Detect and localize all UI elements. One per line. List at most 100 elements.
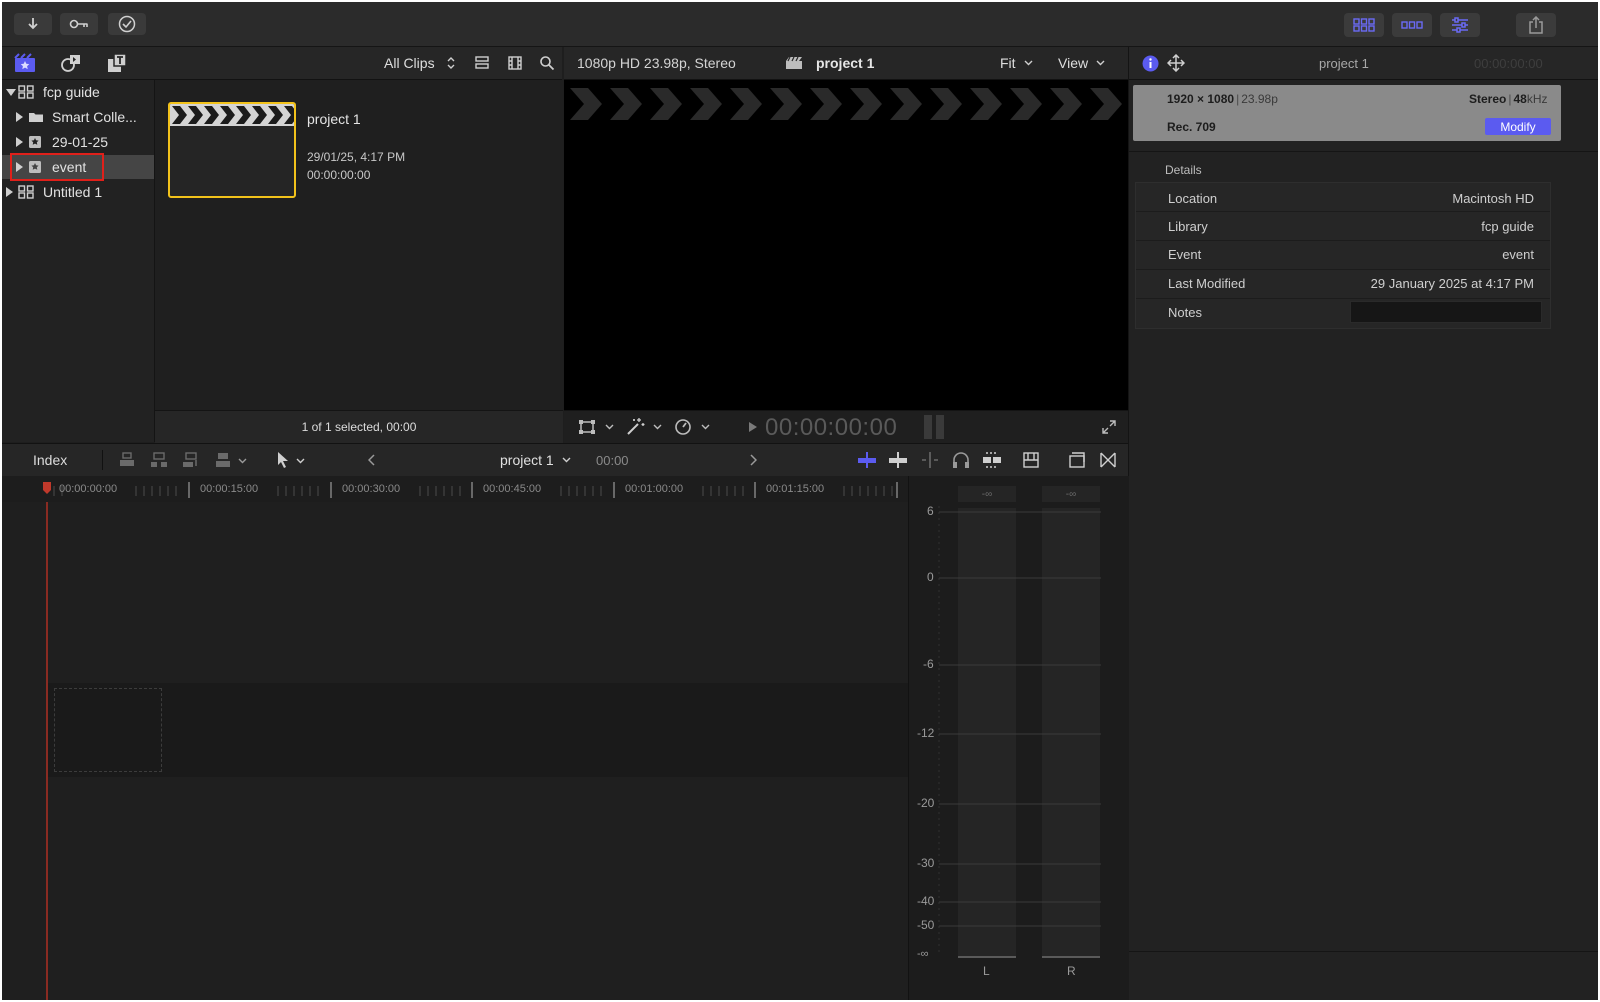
clip-duration: 00:00:00:00 bbox=[307, 168, 371, 182]
playhead-line bbox=[46, 502, 48, 1000]
project-thumbnail[interactable] bbox=[168, 102, 296, 198]
titles-generators-icon[interactable] bbox=[106, 53, 128, 73]
share-button[interactable] bbox=[1516, 13, 1556, 37]
notes-field[interactable] bbox=[1350, 301, 1542, 323]
sidebar-item-untitled-library[interactable]: Untitled 1 bbox=[2, 180, 154, 204]
details-row-library: Library fcp guide bbox=[1136, 212, 1550, 241]
chevron-down-icon[interactable] bbox=[296, 458, 305, 464]
modify-button[interactable]: Modify bbox=[1485, 118, 1551, 135]
info-icon[interactable] bbox=[1142, 55, 1159, 72]
background-tasks-button[interactable] bbox=[108, 13, 146, 35]
meter-scale-label: -40 bbox=[917, 894, 935, 908]
clip-name[interactable]: project 1 bbox=[307, 111, 361, 127]
clapper-stripe-icon bbox=[570, 88, 1122, 120]
viewer-canvas[interactable] bbox=[564, 80, 1128, 410]
skimming-icon[interactable] bbox=[857, 451, 877, 469]
clip-appearance-icon[interactable] bbox=[1022, 451, 1040, 469]
audio-skimming-icon[interactable] bbox=[888, 451, 908, 469]
meter-scale-label: -∞ bbox=[917, 948, 929, 960]
primary-storyline[interactable] bbox=[48, 683, 908, 777]
connect-clip-icon[interactable] bbox=[118, 451, 136, 469]
toggle-timeline-button[interactable] bbox=[1392, 13, 1432, 37]
clip-filter-dropdown[interactable]: All Clips bbox=[384, 55, 435, 71]
app-window: All Clips 1080p HD 23.98p, Stereo projec… bbox=[2, 2, 1598, 1000]
resolution: 1920 × 1080 bbox=[1167, 92, 1235, 106]
transform-icon[interactable] bbox=[578, 419, 596, 435]
viewer-timecode[interactable]: 00:00:00:00 bbox=[765, 414, 897, 442]
sidebar-item-event-29-01-25[interactable]: 29-01-25 bbox=[2, 130, 154, 154]
meter-channel-right: R bbox=[1067, 964, 1076, 978]
playhead-handle-icon[interactable] bbox=[42, 481, 52, 495]
insert-clip-icon[interactable] bbox=[150, 451, 168, 469]
append-clip-icon[interactable] bbox=[182, 451, 200, 469]
chevron-right-icon[interactable] bbox=[749, 454, 757, 466]
headphones-icon[interactable] bbox=[952, 451, 970, 469]
timeline-index-button[interactable]: Index bbox=[33, 452, 67, 468]
photos-audio-icon[interactable] bbox=[60, 53, 82, 73]
share-project-icon[interactable] bbox=[1167, 54, 1185, 72]
timeline-toolbar: Index project 1 00:00 bbox=[2, 443, 1128, 477]
sidebar-item-smart-collections[interactable]: Smart Colle... bbox=[2, 105, 154, 129]
disclosure-triangle-icon[interactable] bbox=[16, 137, 23, 147]
retime-icon[interactable] bbox=[674, 418, 692, 436]
solo-icon[interactable] bbox=[982, 451, 1002, 469]
audio-level-left-bar bbox=[924, 415, 932, 439]
snapping-icon[interactable] bbox=[920, 451, 940, 469]
viewer-view-dropdown[interactable]: View bbox=[1058, 55, 1105, 71]
check-circle-icon bbox=[118, 15, 136, 33]
disclosure-triangle-icon[interactable] bbox=[6, 89, 16, 96]
timeline-area[interactable] bbox=[2, 502, 908, 1000]
clip-appearance-icon[interactable] bbox=[474, 55, 490, 71]
chevron-down-icon[interactable] bbox=[701, 424, 710, 430]
sidebar-item-label: fcp guide bbox=[43, 84, 100, 100]
chevron-down-icon bbox=[562, 457, 571, 463]
disclosure-triangle-icon[interactable] bbox=[16, 112, 23, 122]
browser-toolbar: All Clips bbox=[2, 47, 562, 80]
browser-status-bar: 1 of 1 selected, 00:00 bbox=[155, 410, 563, 443]
chevron-down-icon[interactable] bbox=[238, 458, 247, 464]
toggle-inspector-button[interactable] bbox=[1440, 13, 1480, 37]
chevron-down-icon bbox=[1096, 60, 1105, 66]
ruler-tick-label: 00:01:00:00 bbox=[625, 483, 684, 495]
chevron-down-icon[interactable] bbox=[605, 424, 614, 430]
disclosure-triangle-icon[interactable] bbox=[6, 187, 13, 197]
timeline-project-dropdown[interactable]: project 1 bbox=[500, 452, 571, 468]
chevron-down-icon bbox=[1024, 60, 1033, 66]
audio-channels: Stereo bbox=[1469, 92, 1507, 106]
sidebar-item-library[interactable]: fcp guide bbox=[2, 80, 154, 104]
chevron-down-icon[interactable] bbox=[653, 424, 662, 430]
overwrite-clip-icon[interactable] bbox=[214, 451, 232, 469]
clip-filter-label: All Clips bbox=[384, 55, 435, 71]
filmstrip-icon[interactable] bbox=[507, 55, 523, 71]
details-value: Macintosh HD bbox=[1452, 191, 1534, 206]
toggle-browser-button[interactable] bbox=[1344, 13, 1384, 37]
audio-level-right-bar bbox=[936, 415, 944, 439]
details-label: Library bbox=[1168, 219, 1208, 234]
sliders-icon bbox=[1452, 17, 1468, 33]
select-tool-icon[interactable] bbox=[276, 451, 290, 469]
details-row-location: Location Macintosh HD bbox=[1136, 183, 1550, 212]
inspector-timecode: 00:00:00:00 bbox=[1474, 56, 1543, 71]
sample-rate: 48 bbox=[1513, 92, 1527, 106]
empty-clip-placeholder[interactable] bbox=[54, 688, 162, 772]
chevron-left-icon[interactable] bbox=[368, 454, 376, 466]
play-icon[interactable] bbox=[748, 421, 758, 433]
effects-browser-icon[interactable] bbox=[1068, 451, 1086, 469]
keywords-button[interactable] bbox=[60, 13, 98, 35]
viewer-zoom-dropdown[interactable]: Fit bbox=[1000, 55, 1033, 71]
clip-date: 29/01/25, 4:17 PM bbox=[307, 150, 406, 164]
project-clapper-icon bbox=[786, 56, 802, 69]
libraries-icon[interactable] bbox=[14, 53, 36, 73]
transitions-browser-icon[interactable] bbox=[1100, 452, 1116, 468]
search-icon[interactable] bbox=[539, 55, 555, 71]
timeline-ruler[interactable]: 00:00:00:00 00:00:15:00 00:00:30:00 00:0… bbox=[2, 476, 908, 502]
audio-meters: -∞ -∞ 6 0 -6 -12 -20 -30 -40 -50 -∞ L R bbox=[908, 476, 1129, 1000]
sidebar-item-label: 29-01-25 bbox=[52, 134, 109, 150]
import-button[interactable] bbox=[14, 13, 52, 35]
magic-wand-icon[interactable] bbox=[625, 417, 645, 437]
details-label: Location bbox=[1168, 191, 1218, 206]
sidebar-item-label: Untitled 1 bbox=[43, 184, 103, 200]
key-icon bbox=[69, 19, 88, 29]
fullscreen-icon[interactable] bbox=[1102, 420, 1116, 434]
viewer-toolbar: 1080p HD 23.98p, Stereo project 1 Fit Vi… bbox=[564, 47, 1128, 80]
